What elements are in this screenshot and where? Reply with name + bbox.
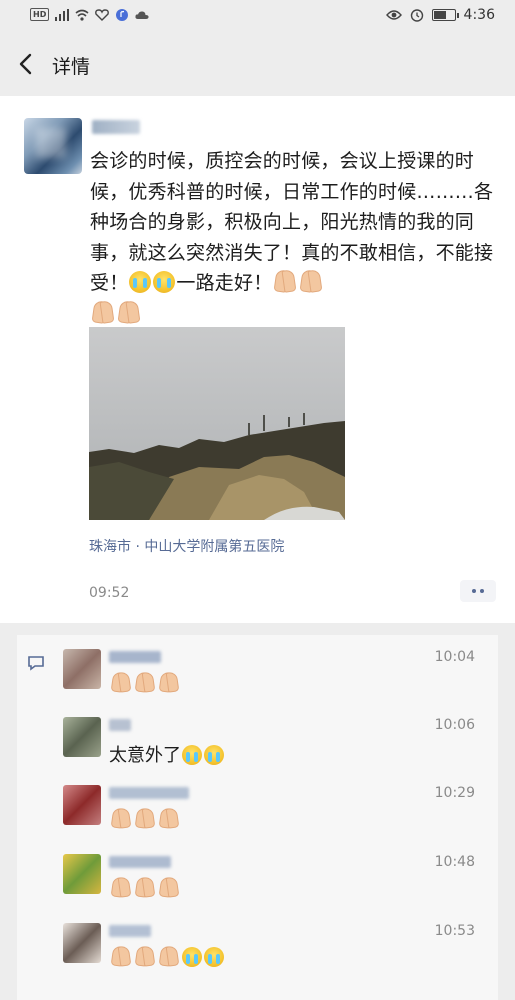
commenter-avatar[interactable]	[63, 649, 101, 689]
comment-time: 10:29	[434, 785, 475, 801]
music-app-icon	[116, 8, 129, 21]
folded-hands-emoji-icon	[134, 947, 156, 967]
crying-face-emoji-icon	[129, 271, 152, 293]
more-actions-button[interactable]	[460, 580, 496, 602]
crying-face-emoji-icon	[182, 947, 202, 967]
folded-hands-emoji-icon	[91, 302, 115, 324]
comment-time: 10:04	[434, 649, 475, 665]
comment-body	[109, 809, 181, 830]
author-avatar[interactable]	[24, 118, 82, 174]
status-time: 4:36	[463, 7, 495, 23]
post-time: 09:52	[89, 585, 130, 601]
comment-time: 10:48	[434, 854, 475, 870]
folded-hands-emoji-icon	[134, 878, 156, 898]
comment-body	[109, 878, 181, 899]
comment-item[interactable]: 10:29	[17, 785, 498, 845]
photo-image	[89, 327, 345, 520]
back-arrow-icon[interactable]	[16, 52, 38, 76]
commenter-name-blurred[interactable]	[109, 856, 171, 868]
commenter-name-blurred[interactable]	[109, 651, 161, 663]
comment-body	[109, 947, 225, 968]
post-text: 会诊的时候，质控会的时候，会议上授课的时候，优秀科普的时候，日常工作的时候…………	[90, 146, 502, 329]
moment-post: 会诊的时候，质控会的时候，会议上授课的时候，优秀科普的时候，日常工作的时候…………	[0, 96, 515, 623]
eye-comfort-icon	[385, 10, 402, 20]
status-right-icons: 4:36	[385, 7, 495, 23]
wifi-icon	[75, 9, 89, 21]
folded-hands-emoji-icon	[158, 947, 180, 967]
folded-hands-emoji-icon	[158, 673, 180, 693]
post-photo[interactable]	[89, 327, 345, 520]
commenter-avatar[interactable]	[63, 923, 101, 963]
comment-time: 10:53	[434, 923, 475, 939]
crying-face-emoji-icon	[204, 745, 224, 765]
commenter-name-blurred[interactable]	[109, 787, 189, 799]
post-text-tail: 一路走好！	[176, 272, 273, 294]
commenter-avatar[interactable]	[63, 717, 101, 757]
folded-hands-emoji-icon	[110, 809, 132, 829]
comment-body: 太意外了	[109, 741, 225, 767]
commenter-name-blurred[interactable]	[109, 925, 151, 937]
comment-text: 太意外了	[109, 745, 181, 766]
folded-hands-emoji-icon	[134, 809, 156, 829]
commenter-name-blurred[interactable]	[109, 719, 131, 731]
commenter-avatar[interactable]	[63, 785, 101, 825]
comment-item[interactable]: 10:04	[17, 649, 498, 709]
status-left-icons: HD	[30, 8, 149, 21]
battery-icon	[431, 9, 459, 21]
heart-rate-icon	[95, 8, 110, 21]
nav-bar: 详情	[0, 32, 515, 96]
folded-hands-emoji-icon	[110, 878, 132, 898]
folded-hands-emoji-icon	[299, 271, 323, 293]
folded-hands-emoji-icon	[110, 947, 132, 967]
cloud-icon	[135, 10, 149, 19]
hd-network-badge: HD	[30, 8, 50, 21]
comments-section: 10:04 10:06 太意外了 10:29 10:48 10:53	[17, 635, 498, 1000]
location-link[interactable]: 珠海市 · 中山大学附属第五医院	[89, 536, 284, 556]
comment-body	[109, 673, 181, 694]
comment-time: 10:06	[434, 717, 475, 733]
comment-item[interactable]: 10:48	[17, 854, 498, 914]
crying-face-emoji-icon	[182, 745, 202, 765]
status-bar: HD 4:36	[0, 0, 515, 32]
comment-item[interactable]: 10:53	[17, 923, 498, 983]
author-name-blurred[interactable]	[92, 120, 140, 134]
crying-face-emoji-icon	[204, 947, 224, 967]
folded-hands-emoji-icon	[158, 878, 180, 898]
folded-hands-emoji-icon	[117, 302, 141, 324]
page-title: 详情	[52, 56, 91, 78]
commenter-avatar[interactable]	[63, 854, 101, 894]
dot-icon	[472, 589, 476, 593]
folded-hands-emoji-icon	[110, 673, 132, 693]
folded-hands-emoji-icon	[273, 271, 297, 293]
alarm-clock-icon	[410, 9, 423, 22]
cellular-signal-icon	[55, 8, 70, 21]
folded-hands-emoji-icon	[134, 673, 156, 693]
comment-item[interactable]: 10:06 太意外了	[17, 717, 498, 777]
dot-icon	[480, 589, 484, 593]
crying-face-emoji-icon	[153, 271, 176, 293]
folded-hands-emoji-icon	[158, 809, 180, 829]
